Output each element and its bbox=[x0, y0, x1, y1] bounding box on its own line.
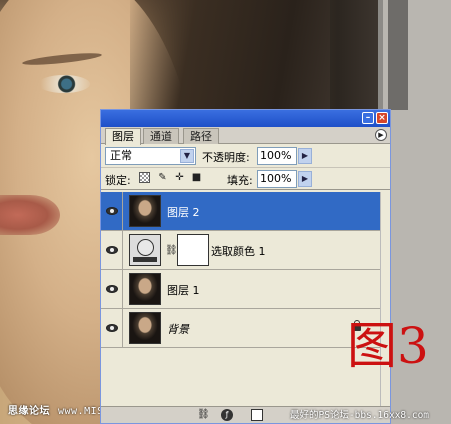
eye-icon[interactable] bbox=[106, 246, 118, 254]
layer-name: 背景 bbox=[167, 323, 189, 336]
lips bbox=[0, 195, 60, 235]
visibility-toggle[interactable] bbox=[101, 231, 123, 269]
adj-base bbox=[133, 257, 157, 262]
eye-icon[interactable] bbox=[106, 285, 118, 293]
panel-titlebar[interactable]: – × bbox=[101, 110, 390, 127]
link-chain-icon[interactable]: ⛓ bbox=[165, 245, 178, 256]
eye-icon[interactable] bbox=[106, 207, 118, 215]
blend-mode-select[interactable]: 正常 ▼ bbox=[105, 147, 196, 165]
watermark-left-cn: 思缘论坛 bbox=[8, 406, 50, 417]
chevron-down-icon[interactable]: ▼ bbox=[180, 149, 194, 163]
figure-label: 图3 bbox=[347, 317, 429, 375]
adjustment-thumbnail bbox=[129, 234, 161, 266]
lock-row: 锁定: ✎ ✛ ■ 填充: 100% ▶ bbox=[101, 168, 390, 190]
fill-field[interactable]: 100% bbox=[257, 170, 297, 188]
watermark-right: 最好的PS论坛-bbs.16xx8.com bbox=[290, 410, 430, 421]
fill-label: 填充: bbox=[227, 174, 253, 187]
layers-panel: – × 图层 通道 路径 ▶ 正常 ▼ 不透明度: 100% ▶ 锁定: ✎ ✛… bbox=[100, 109, 391, 424]
visibility-toggle[interactable] bbox=[101, 309, 123, 347]
layer-name: 图层 1 bbox=[167, 284, 200, 297]
fx-icon[interactable]: ƒ bbox=[221, 409, 233, 421]
layer-row-layer1[interactable]: 图层 1 bbox=[101, 270, 380, 309]
panel-tabs: 图层 通道 路径 ▶ bbox=[101, 127, 390, 145]
layer-mask-thumbnail[interactable] bbox=[177, 234, 209, 266]
add-mask-icon[interactable] bbox=[251, 409, 263, 421]
lock-all-icon[interactable]: ■ bbox=[191, 172, 202, 183]
opacity-field[interactable]: 100% bbox=[257, 147, 297, 165]
link-layers-icon[interactable]: ⛓ bbox=[197, 409, 210, 421]
close-button[interactable]: × bbox=[376, 112, 388, 124]
opacity-label: 不透明度: bbox=[202, 151, 250, 164]
layer-row-selective-color[interactable]: ⛓ 选取颜色 1 bbox=[101, 231, 380, 270]
minimize-button[interactable]: – bbox=[362, 112, 374, 124]
lock-brush-icon[interactable]: ✎ bbox=[157, 172, 168, 183]
eye-icon[interactable] bbox=[106, 324, 118, 332]
lock-transparency-icon[interactable] bbox=[139, 172, 150, 183]
visibility-toggle[interactable] bbox=[101, 270, 123, 308]
eye bbox=[38, 75, 90, 93]
gray-inner bbox=[388, 0, 408, 110]
tab-channels[interactable]: 通道 bbox=[143, 128, 179, 144]
tab-layers[interactable]: 图层 bbox=[105, 128, 141, 145]
layer-row-background[interactable]: 背景 bbox=[101, 309, 380, 348]
panel-menu-icon[interactable]: ▶ bbox=[375, 129, 387, 141]
fill-slider-button[interactable]: ▶ bbox=[298, 171, 312, 187]
tab-paths[interactable]: 路径 bbox=[183, 128, 219, 144]
blend-mode-value: 正常 bbox=[110, 149, 132, 162]
layer-thumbnail bbox=[129, 195, 161, 227]
layer-name: 选取颜色 1 bbox=[211, 245, 266, 258]
blend-row: 正常 ▼ 不透明度: 100% ▶ bbox=[101, 144, 390, 168]
layer-thumbnail bbox=[129, 312, 161, 344]
layer-name: 图层 2 bbox=[167, 206, 200, 219]
lock-move-icon[interactable]: ✛ bbox=[174, 172, 185, 183]
layer-thumbnail bbox=[129, 273, 161, 305]
adj-circle bbox=[137, 239, 154, 256]
visibility-toggle[interactable] bbox=[101, 192, 123, 230]
layer-row-layer2[interactable]: 图层 2 bbox=[101, 192, 380, 231]
lock-label: 锁定: bbox=[105, 174, 131, 187]
opacity-slider-button[interactable]: ▶ bbox=[298, 148, 312, 164]
